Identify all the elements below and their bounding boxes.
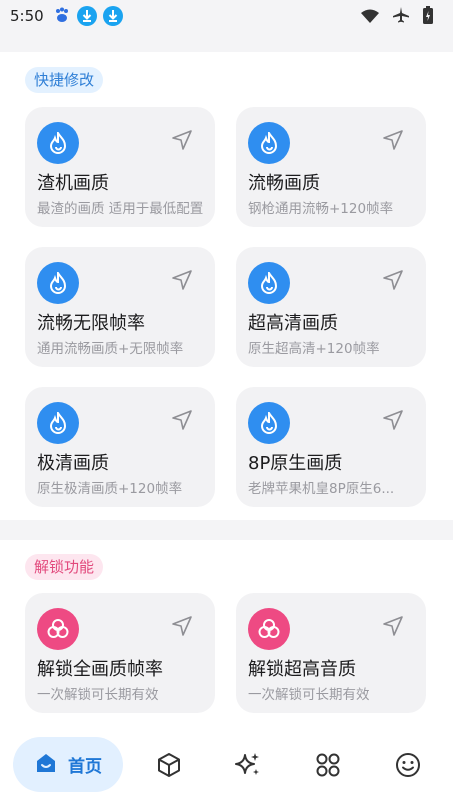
flame-icon bbox=[37, 262, 79, 304]
send-icon[interactable] bbox=[171, 129, 193, 155]
flame-icon bbox=[248, 122, 290, 164]
send-icon[interactable] bbox=[171, 409, 193, 435]
home-icon bbox=[34, 751, 58, 779]
flame-icon bbox=[248, 262, 290, 304]
card-title: 流畅无限帧率 bbox=[37, 313, 145, 334]
unlock-card[interactable]: 解锁全画质帧率 一次解锁可长期有效 bbox=[25, 593, 215, 713]
unlock-card[interactable]: 解锁超高音质 一次解锁可长期有效 bbox=[236, 593, 426, 713]
system-icons bbox=[361, 6, 433, 28]
card-subtitle: 原生超高清+120帧率 bbox=[248, 341, 380, 357]
quick-modify-label: 快捷修改 bbox=[25, 67, 104, 93]
status-bar: 5:50 bbox=[0, 0, 453, 34]
quick-modify-section: 快捷修改 渣机画质 最渣的画质 适用于最低配置 流畅画质 钢枪通用流畅+120帧… bbox=[0, 52, 453, 520]
triple-circle-icon bbox=[248, 608, 290, 650]
preset-card[interactable]: 流畅无限帧率 通用流畅画质+无限帧率 bbox=[25, 247, 215, 367]
card-title: 解锁全画质帧率 bbox=[37, 659, 163, 680]
smiley-icon[interactable] bbox=[394, 751, 422, 779]
unlock-section: 解锁功能 解锁全画质帧率 一次解锁可长期有效 解锁超高音质 一次解锁可长期有效 bbox=[0, 540, 453, 730]
bottom-nav: 首页 bbox=[0, 723, 453, 805]
flame-icon bbox=[248, 402, 290, 444]
preset-card[interactable]: 8P原生画质 老牌苹果机皇8P原生6... bbox=[236, 387, 426, 507]
card-subtitle: 一次解锁可长期有效 bbox=[37, 687, 159, 703]
card-subtitle: 老牌苹果机皇8P原生6... bbox=[248, 481, 395, 497]
triple-circle-icon bbox=[37, 608, 79, 650]
preset-card[interactable]: 极清画质 原生极清画质+120帧率 bbox=[25, 387, 215, 507]
preset-card[interactable]: 流畅画质 钢枪通用流畅+120帧率 bbox=[236, 107, 426, 227]
card-title: 8P原生画质 bbox=[248, 453, 343, 474]
card-subtitle: 原生极清画质+120帧率 bbox=[37, 481, 183, 497]
battery-icon bbox=[423, 6, 433, 28]
send-icon[interactable] bbox=[171, 269, 193, 295]
cube-icon[interactable] bbox=[155, 751, 183, 779]
unlock-label: 解锁功能 bbox=[25, 554, 104, 580]
apps-grid-icon[interactable] bbox=[314, 751, 342, 779]
send-icon[interactable] bbox=[382, 615, 404, 641]
preset-card[interactable]: 渣机画质 最渣的画质 适用于最低配置 bbox=[25, 107, 215, 227]
send-icon[interactable] bbox=[382, 129, 404, 155]
nav-home-tab[interactable]: 首页 bbox=[13, 737, 123, 792]
card-title: 流畅画质 bbox=[248, 173, 320, 194]
flame-icon bbox=[37, 122, 79, 164]
card-title: 渣机画质 bbox=[37, 173, 109, 194]
notification-icons bbox=[53, 6, 123, 30]
card-subtitle: 通用流畅画质+无限帧率 bbox=[37, 341, 184, 357]
nav-home-label: 首页 bbox=[68, 757, 102, 777]
card-subtitle: 最渣的画质 适用于最低配置 bbox=[37, 201, 204, 217]
baidu-paw-icon bbox=[53, 6, 71, 30]
download-icon bbox=[103, 6, 123, 30]
airplane-icon bbox=[393, 7, 409, 27]
card-title: 极清画质 bbox=[37, 453, 109, 474]
card-subtitle: 钢枪通用流畅+120帧率 bbox=[248, 201, 394, 217]
status-time: 5:50 bbox=[10, 7, 44, 25]
wifi-icon bbox=[361, 8, 379, 27]
send-icon[interactable] bbox=[382, 269, 404, 295]
send-icon[interactable] bbox=[171, 615, 193, 641]
card-title: 解锁超高音质 bbox=[248, 659, 356, 680]
download-icon bbox=[77, 6, 97, 30]
card-subtitle: 一次解锁可长期有效 bbox=[248, 687, 370, 703]
card-title: 超高清画质 bbox=[248, 313, 338, 334]
sparkle-icon[interactable] bbox=[234, 751, 262, 779]
flame-icon bbox=[37, 402, 79, 444]
send-icon[interactable] bbox=[382, 409, 404, 435]
preset-card[interactable]: 超高清画质 原生超高清+120帧率 bbox=[236, 247, 426, 367]
